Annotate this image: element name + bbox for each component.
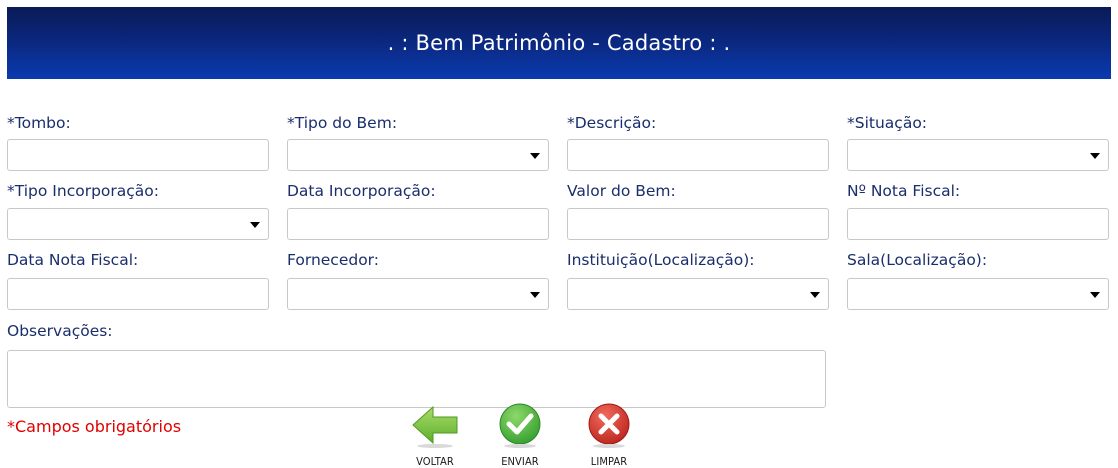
data-nota-fiscal-label: Data Nota Fiscal: bbox=[7, 251, 139, 269]
arrow-left-icon bbox=[412, 405, 458, 448]
check-icon bbox=[499, 403, 541, 448]
instituicao-select[interactable] bbox=[567, 278, 829, 310]
chevron-down-icon bbox=[530, 153, 540, 159]
close-icon bbox=[588, 403, 630, 448]
data-incorporacao-input[interactable] bbox=[287, 208, 549, 240]
chevron-down-icon bbox=[1090, 153, 1100, 159]
chevron-down-icon bbox=[530, 292, 540, 298]
tombo-label: *Tombo: bbox=[7, 114, 71, 132]
instituicao-label: Instituição(Localização): bbox=[567, 251, 755, 269]
observacoes-label: Observações: bbox=[7, 322, 113, 340]
situacao-select[interactable] bbox=[847, 139, 1109, 171]
sala-label: Sala(Localização): bbox=[847, 251, 988, 269]
tipo-incorporacao-label: *Tipo Incorporação: bbox=[7, 182, 159, 200]
chevron-down-icon bbox=[250, 222, 260, 228]
voltar-label: VOLTAR bbox=[416, 455, 454, 468]
valor-bem-input[interactable] bbox=[567, 208, 829, 240]
nota-fiscal-input[interactable] bbox=[847, 208, 1109, 240]
fornecedor-label: Fornecedor: bbox=[287, 251, 380, 269]
descricao-input[interactable] bbox=[567, 139, 829, 171]
descricao-label: *Descrição: bbox=[567, 114, 657, 132]
tombo-input[interactable] bbox=[7, 139, 269, 171]
limpar-label: LIMPAR bbox=[590, 455, 628, 468]
tipo-bem-select[interactable] bbox=[287, 139, 549, 171]
required-fields-note: *Campos obrigatórios bbox=[7, 417, 182, 436]
data-incorporacao-label: Data Incorporação: bbox=[287, 182, 436, 200]
tipo-incorporacao-select[interactable] bbox=[7, 208, 269, 240]
chevron-down-icon bbox=[810, 292, 820, 298]
valor-bem-label: Valor do Bem: bbox=[567, 182, 676, 200]
voltar-button[interactable]: VOLTAR bbox=[405, 400, 465, 468]
enviar-button[interactable]: ENVIAR bbox=[490, 400, 550, 468]
situacao-label: *Situação: bbox=[847, 114, 928, 132]
data-nota-fiscal-input[interactable] bbox=[7, 278, 269, 310]
sala-select[interactable] bbox=[847, 278, 1109, 310]
limpar-button[interactable]: LIMPAR bbox=[579, 400, 639, 468]
tipo-bem-label: *Tipo do Bem: bbox=[287, 114, 398, 132]
nota-fiscal-label: Nº Nota Fiscal: bbox=[847, 182, 961, 200]
fornecedor-select[interactable] bbox=[287, 278, 549, 310]
page-title: . : Bem Patrimônio - Cadastro : . bbox=[387, 31, 731, 55]
page-header: . : Bem Patrimônio - Cadastro : . bbox=[7, 7, 1111, 79]
chevron-down-icon bbox=[1090, 292, 1100, 298]
enviar-label: ENVIAR bbox=[501, 455, 539, 468]
